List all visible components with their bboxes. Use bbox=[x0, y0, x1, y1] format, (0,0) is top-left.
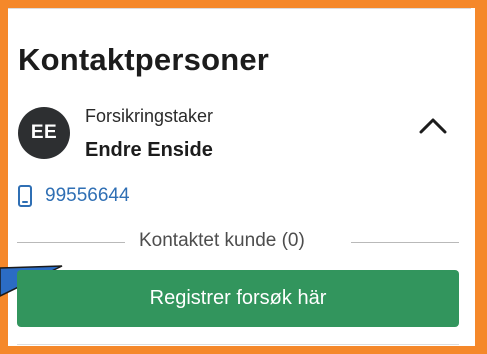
avatar: EE bbox=[18, 107, 70, 159]
contacted-count-label: Kontaktet kunde (0) bbox=[139, 230, 305, 251]
register-attempt-button[interactable]: Registrer forsøk här bbox=[17, 270, 459, 327]
divider-right bbox=[351, 242, 459, 243]
contact-role: Forsikringstaker bbox=[85, 106, 214, 126]
mobile-phone-icon bbox=[17, 184, 33, 208]
divider-left bbox=[17, 242, 125, 243]
panel-title: Kontaktpersoner bbox=[18, 42, 270, 77]
phone-number[interactable]: 99556644 bbox=[45, 185, 130, 207]
phone-link[interactable]: 99556644 bbox=[17, 184, 130, 208]
contact-name: Endre Enside bbox=[85, 139, 213, 161]
bottom-divider bbox=[17, 344, 459, 345]
chevron-up-icon[interactable] bbox=[416, 112, 450, 138]
